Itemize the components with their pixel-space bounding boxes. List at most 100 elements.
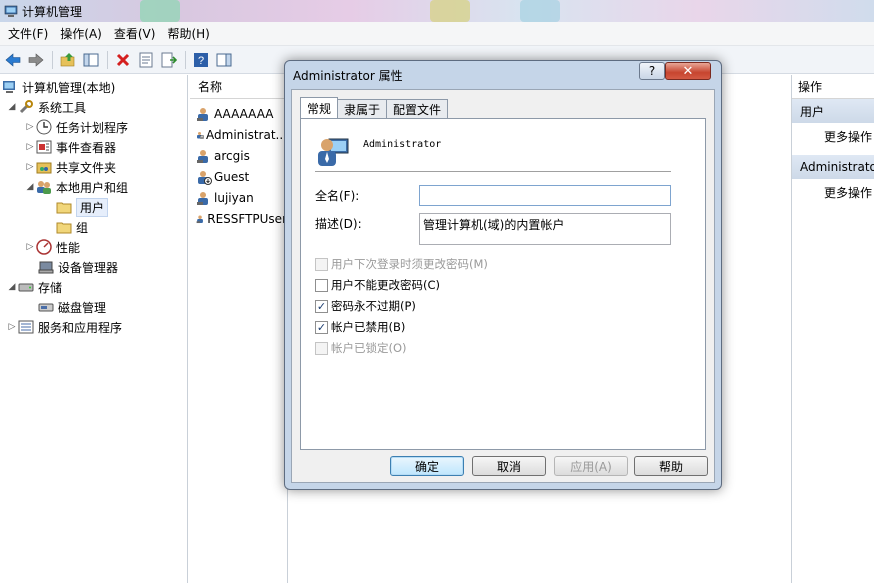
checkbox-box[interactable]	[315, 278, 328, 292]
expanded-arrow-icon[interactable]: ◢	[6, 102, 18, 112]
actions-pane: 操作 用户 更多操作 Administrator 更多操作	[791, 75, 874, 583]
checkbox-box[interactable]	[315, 257, 328, 271]
tab-general[interactable]: 常规	[300, 97, 339, 118]
list-item[interactable]: Guest	[190, 166, 287, 187]
menu-help[interactable]: 帮助(H)	[161, 22, 215, 46]
tree-item-services-apps[interactable]: ▷ 服务和应用程序	[6, 317, 122, 337]
fullname-input[interactable]	[419, 185, 671, 206]
collapsed-arrow-icon[interactable]: ▷	[24, 122, 36, 132]
tree-item-users[interactable]: 用户	[56, 197, 109, 217]
dialog-title: Administrator 属性	[293, 69, 403, 83]
collapsed-arrow-icon[interactable]: ▷	[24, 242, 36, 252]
tree-item-performance[interactable]: ▷ 性能	[24, 237, 80, 257]
delete-button[interactable]	[112, 49, 134, 71]
shared-folder-icon	[36, 162, 52, 174]
more-actions-link[interactable]: 更多操作	[792, 179, 874, 205]
console-tree: 计算机管理(本地) ◢ 系统工具 ▷ 任务计划程序 ▷ 事件查看器 ▷ 共享文件…	[0, 75, 188, 583]
delete-x-icon	[116, 53, 130, 66]
tree-item-groups[interactable]: 组	[56, 217, 88, 237]
expanded-arrow-icon[interactable]: ◢	[6, 282, 18, 292]
tab-panel-general: Administrator 全名(F): 描述(D): 管理计算机(域)的内置帐…	[300, 118, 706, 450]
tools-icon	[19, 100, 33, 114]
help-toolbar-button[interactable]: ?	[190, 49, 212, 71]
show-hide-tree-button[interactable]	[80, 49, 102, 71]
properties-button[interactable]	[135, 49, 157, 71]
export-button[interactable]	[158, 49, 180, 71]
tree-item-disk-management[interactable]: 磁盘管理	[38, 297, 106, 317]
list-item[interactable]: lujiyan	[190, 187, 287, 208]
menu-file[interactable]: 文件(F)	[2, 22, 54, 46]
back-arrow-icon	[5, 52, 21, 67]
more-actions-link[interactable]: 更多操作	[792, 123, 874, 149]
account-disabled-checkbox[interactable]: ✓ 帐户已禁用(B)	[315, 318, 405, 336]
tab-strip: 常规 隶属于 配置文件	[300, 97, 449, 118]
list-item[interactable]: AAAAAAA	[190, 103, 287, 124]
checkbox-box[interactable]	[315, 341, 328, 355]
tree-item-local-users-groups[interactable]: ◢ 本地用户和组	[24, 177, 128, 197]
tree-item-event-viewer[interactable]: ▷ 事件查看器	[24, 137, 116, 157]
menu-view[interactable]: 查看(V)	[108, 22, 162, 46]
user-icon	[197, 107, 208, 121]
properties-dialog: Administrator 属性 ? ✕ 常规 隶属于 配置文件 Adminis…	[284, 60, 722, 490]
storage-icon	[18, 283, 34, 292]
tree-item-storage[interactable]: ◢ 存储	[6, 277, 62, 297]
password-never-expires-checkbox[interactable]: ✓ 密码永不过期(P)	[315, 297, 416, 315]
actions-section-users[interactable]: 用户	[792, 99, 874, 123]
disabled-user-icon	[198, 170, 212, 185]
list-item[interactable]: RESSFTPUser	[190, 208, 287, 229]
ok-button[interactable]: 确定	[390, 456, 464, 476]
menu-bar: 文件(F) 操作(A) 查看(V) 帮助(H)	[0, 22, 874, 46]
tree-item-task-scheduler[interactable]: ▷ 任务计划程序	[24, 117, 128, 137]
event-viewer-icon	[36, 140, 52, 154]
tab-profile[interactable]: 配置文件	[386, 99, 449, 118]
window-titlebar: 计算机管理	[0, 0, 874, 22]
user-icon	[196, 215, 203, 223]
list-item[interactable]: Administrat...	[190, 124, 287, 145]
actions-section-administrator[interactable]: Administrator	[792, 155, 874, 179]
show-hide-action-pane-button[interactable]	[213, 49, 235, 71]
dialog-body: 常规 隶属于 配置文件 Administrator 全名(F): 描述(D): …	[291, 89, 715, 483]
help-button[interactable]: 帮助	[634, 456, 708, 476]
collapsed-arrow-icon[interactable]: ▷	[6, 322, 18, 332]
properties-icon	[139, 52, 153, 67]
users-group-icon	[37, 181, 51, 194]
titlebar-decoration	[520, 0, 560, 22]
tree-item-system-tools[interactable]: ◢ 系统工具	[6, 97, 86, 117]
back-button[interactable]	[2, 49, 24, 71]
toolbar-separator	[185, 50, 186, 69]
tree-item-shared-folders[interactable]: ▷ 共享文件夹	[24, 157, 116, 177]
tree-item-root[interactable]: 计算机管理(本地)	[2, 77, 115, 97]
dialog-close-button[interactable]: ✕	[665, 62, 711, 80]
collapsed-arrow-icon[interactable]: ▷	[24, 142, 36, 152]
tree-item-device-manager[interactable]: 设备管理器	[38, 257, 118, 277]
cannot-change-password-checkbox[interactable]: 用户不能更改密码(C)	[315, 276, 440, 294]
column-header-name[interactable]: 名称	[190, 75, 287, 99]
tab-member-of[interactable]: 隶属于	[337, 99, 388, 118]
cancel-button[interactable]: 取消	[472, 456, 546, 476]
menu-action[interactable]: 操作(A)	[54, 22, 108, 46]
checkbox-box[interactable]: ✓	[315, 299, 328, 313]
computer-management-icon	[4, 5, 18, 17]
toolbar-separator	[52, 50, 53, 69]
list-item[interactable]: arcgis	[190, 145, 287, 166]
account-locked-checkbox[interactable]: 帐户已锁定(O)	[315, 339, 407, 357]
collapsed-arrow-icon[interactable]: ▷	[24, 162, 36, 172]
must-change-password-checkbox[interactable]: 用户下次登录时须更改密码(M)	[315, 255, 488, 273]
up-level-button[interactable]	[57, 49, 79, 71]
checkbox-box[interactable]: ✓	[315, 320, 328, 334]
performance-icon	[36, 239, 52, 255]
window-title: 计算机管理	[22, 4, 83, 19]
svg-text:?: ?	[198, 55, 204, 67]
dialog-help-button[interactable]: ?	[639, 62, 665, 80]
description-input[interactable]: 管理计算机(域)的内置帐户	[419, 213, 671, 245]
user-icon	[197, 191, 208, 205]
apply-button[interactable]: 应用(A)	[554, 456, 628, 476]
services-icon	[18, 320, 34, 334]
divider	[315, 171, 671, 172]
folder-up-icon	[60, 52, 75, 66]
forward-button[interactable]	[25, 49, 47, 71]
folder-icon	[56, 202, 72, 214]
expanded-arrow-icon[interactable]: ◢	[24, 182, 36, 192]
computer-management-icon	[3, 81, 15, 93]
device-manager-icon	[38, 261, 54, 274]
